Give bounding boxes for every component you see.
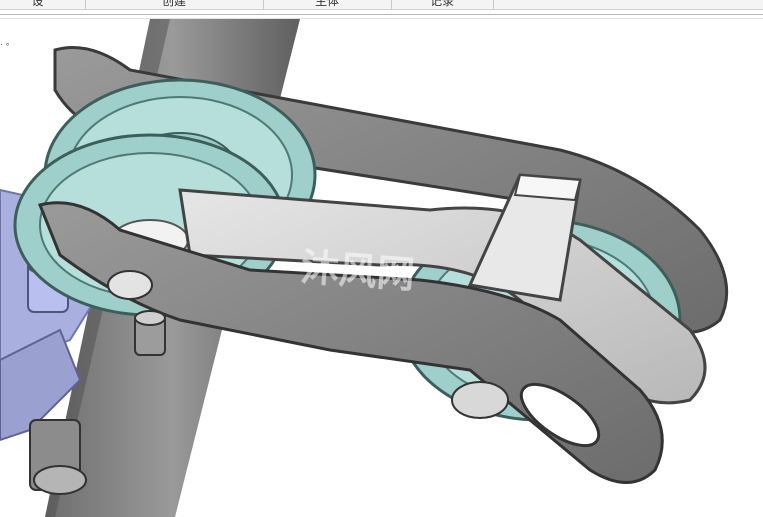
cad-model-render: 沐风网 — [0, 19, 729, 517]
3d-viewport[interactable]: 沐风网 — [0, 19, 763, 517]
menu-tab-create[interactable]: 创建 — [85, 0, 264, 9]
watermark: 沐风网 — [299, 245, 416, 297]
menu-tab-record[interactable]: 记录 — [391, 0, 494, 9]
menu-tab-body[interactable]: 主体 — [263, 0, 392, 9]
menu-separator — [0, 9, 763, 10]
corner-mark: . 。 — [0, 38, 15, 48]
pivot-bolt — [134, 310, 166, 356]
toolbar-separator — [0, 14, 763, 15]
mount-bolt — [29, 419, 87, 495]
menu-tab-1[interactable]: 设 — [0, 0, 86, 9]
menu-bar: 设 创建 主体 记录 — [0, 0, 763, 9]
